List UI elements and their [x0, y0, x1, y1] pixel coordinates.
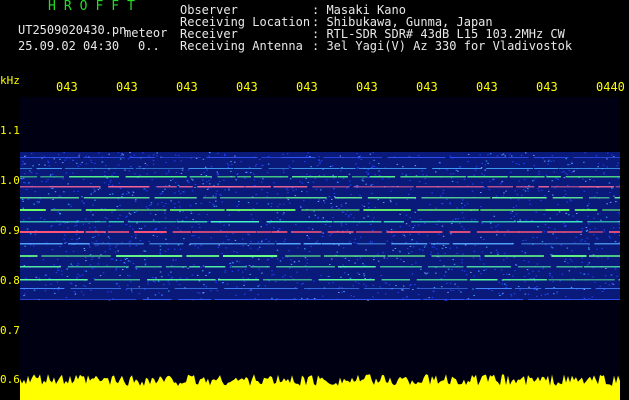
x-tick-label: 043 [356, 80, 378, 94]
y-tick-label: 1.0 [0, 174, 20, 187]
info-antenna-value: : 3el Yagi(V) Az 330 for Vladivostok [312, 39, 573, 53]
x-tick-label: 043 [176, 80, 198, 94]
file-value: 0.. [138, 39, 160, 53]
y-tick-label: 1.1 [0, 124, 20, 137]
hrofft-window: HROFFT UT2509020430.pn meteor 25.09.02 0… [0, 0, 629, 400]
y-tick-label: 0.8 [0, 274, 20, 287]
app-title: HROFFT [48, 0, 143, 14]
x-tick-label: 043 [536, 80, 558, 94]
file-datetime: 25.09.02 04:30 [18, 39, 120, 53]
file-name: UT2509020430.pn [18, 23, 127, 37]
x-tick-label: 043 [416, 80, 438, 94]
x-tick-label: 043 [116, 80, 138, 94]
spectrogram-plot [20, 97, 620, 400]
x-tick-label: 0440 [596, 80, 625, 94]
y-tick-label: 0.9 [0, 224, 20, 237]
info-antenna-label: Receiving Antenna [180, 39, 303, 53]
x-tick-label: 043 [296, 80, 318, 94]
x-tick-label: 043 [56, 80, 78, 94]
y-tick-label: 0.6 [0, 373, 20, 386]
spectrogram-canvas [20, 152, 620, 400]
y-tick-label: 0.7 [0, 324, 20, 337]
x-tick-label: 043 [476, 80, 498, 94]
axis-unit: kHz [0, 74, 20, 87]
x-tick-label: 043 [236, 80, 258, 94]
